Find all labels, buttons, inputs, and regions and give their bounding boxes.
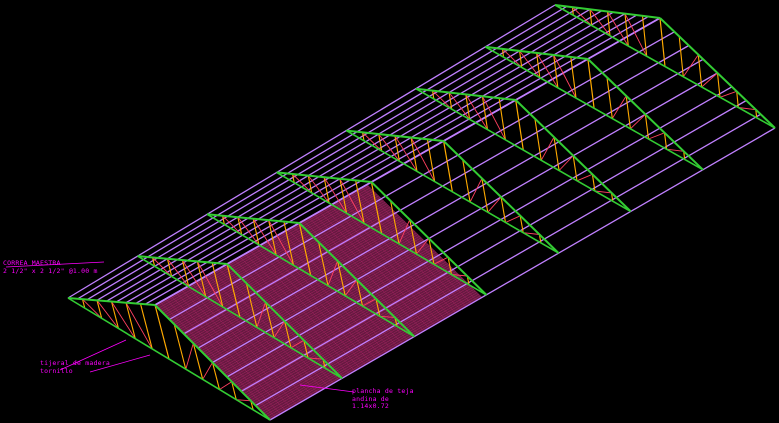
panel-annotation-size: 1.14x0.72 xyxy=(352,402,390,410)
truss-web-diagonal xyxy=(219,381,232,390)
purlin-lines xyxy=(67,4,776,421)
truss-web-diagonal xyxy=(505,215,521,223)
truss-web-vertical xyxy=(678,36,684,77)
roof-structure-drawing xyxy=(5,4,776,421)
truss-web-vertical xyxy=(570,56,577,99)
truss-king-post xyxy=(659,17,666,67)
truss-web-diagonal xyxy=(611,95,627,119)
purlin-annotation-size: 2 1/2" x 2 1/2" @1.00 m xyxy=(3,266,98,275)
truss-web-diagonal xyxy=(469,178,483,203)
truss-web-diagonal xyxy=(125,302,153,350)
truss-annotation: tijeral de madera tornillo xyxy=(40,359,110,375)
truss-web-diagonal xyxy=(487,196,502,213)
purlin-annotation: CORREA MAESTRA 2 1/2" x 2 1/2" @1.00 m xyxy=(3,259,98,275)
panel-annotation: plancha de teja andina de 1.14x0.72 xyxy=(352,387,414,411)
truss-frames xyxy=(67,4,776,421)
truss-web-diagonal xyxy=(202,362,213,380)
truss-annotation-detail: tornillo xyxy=(40,366,73,375)
truss-web-diagonal xyxy=(576,173,593,182)
truss-web-diagonal xyxy=(682,54,699,78)
truss-web-diagonal xyxy=(540,136,555,161)
truss-web-diagonal xyxy=(185,343,194,370)
truss-web-diagonal xyxy=(111,301,136,339)
truss-top-chord xyxy=(67,297,156,306)
truss-web-vertical xyxy=(697,54,703,88)
